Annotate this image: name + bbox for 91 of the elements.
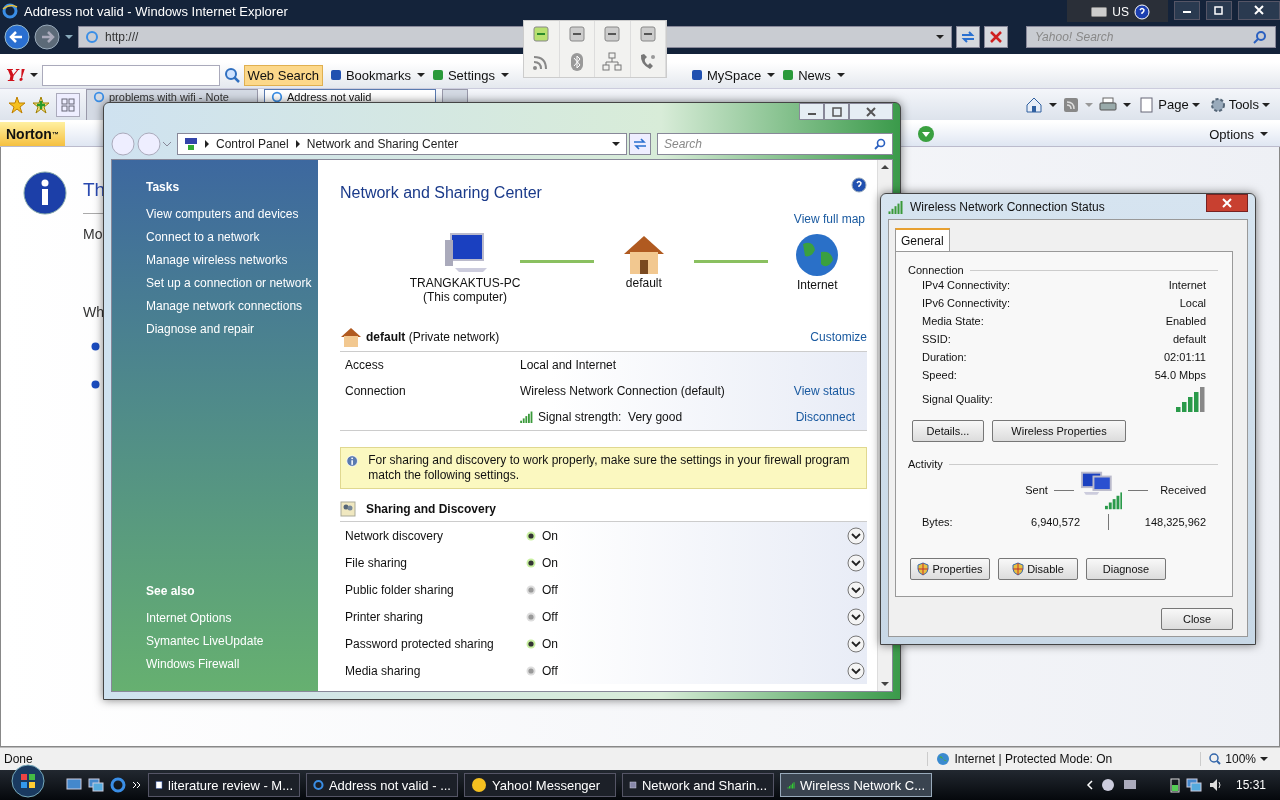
received-label: Received — [1160, 484, 1206, 496]
field-value: default — [1172, 333, 1206, 345]
field-label: SSID: — [922, 333, 951, 345]
row-label: Connection — [345, 384, 406, 398]
page-title: Network and Sharing Center — [340, 184, 542, 202]
setting-status: Off — [542, 582, 558, 597]
language-bar[interactable]: US — [1067, 0, 1168, 24]
bytes-sent: 6,940,572 — [1030, 516, 1080, 528]
dialog-button[interactable]: Details... — [912, 420, 984, 442]
map-label: TRANGKAKTUS-PC — [409, 276, 521, 290]
map-label: Internet — [796, 278, 838, 292]
row-action-link[interactable]: Disconnect — [795, 410, 855, 424]
field-label: Bytes: — [922, 516, 954, 528]
field-value: Internet — [1168, 279, 1206, 291]
field-value: 02:01:11 — [1164, 351, 1206, 363]
section-heading: Sharing and Discovery — [366, 502, 497, 516]
options-menu[interactable]: Options — [1203, 125, 1280, 143]
setting-name: Network discovery — [345, 528, 445, 543]
setting-name: Media sharing — [345, 663, 422, 678]
toolbar-button[interactable]: Settings — [428, 67, 497, 83]
language-label: US — [1112, 5, 1129, 19]
task-link[interactable]: Manage wireless networks — [146, 253, 318, 267]
status-text: Done — [4, 752, 33, 766]
setting-name: File sharing — [345, 555, 409, 570]
network-name: default (Private network) — [366, 330, 500, 344]
zoom-level[interactable]: 100% — [1200, 752, 1276, 766]
field-value: 54.0 Mbps — [1154, 369, 1206, 381]
view-full-map-link[interactable]: View full map — [340, 212, 867, 226]
task-link[interactable]: Set up a connection or network — [146, 276, 318, 290]
setting-status: On — [542, 528, 558, 543]
norton-logo[interactable]: Norton$^{™}$ — [0, 122, 65, 146]
customize-link[interactable]: Customize — [810, 330, 867, 344]
dialog-title: Wireless Network Connection Status — [910, 199, 1105, 214]
row-label: Access — [345, 358, 384, 372]
command-menu[interactable]: Page — [1137, 96, 1202, 113]
page-text: Wh — [83, 304, 104, 320]
window-title: Address not valid - Windows Internet Explorer — [24, 3, 288, 19]
setting-status: On — [542, 555, 558, 570]
group-heading: Connection — [908, 264, 964, 276]
map-label: default — [625, 276, 662, 290]
toolbar-button[interactable]: News — [779, 67, 833, 83]
field-label: Speed: — [922, 369, 957, 381]
setting-status: Off — [542, 609, 558, 624]
field-label: Media State: — [922, 315, 984, 327]
field-label: Signal Quality: — [922, 393, 993, 405]
map-sublabel: (This computer) — [423, 290, 507, 304]
bytes-received: 148,325,962 — [1143, 516, 1206, 528]
field-label: IPv4 Connectivity: — [922, 279, 1011, 291]
page-text: Mo — [83, 226, 103, 242]
task-link[interactable]: View computers and devices — [146, 207, 318, 221]
setting-name: Password protected sharing — [345, 636, 495, 651]
sent-label: Sent — [1025, 484, 1048, 496]
close-dialog-button[interactable]: Close — [1161, 608, 1233, 630]
setting-name: Public folder sharing — [345, 582, 455, 597]
command-menu[interactable]: Tools — [1207, 96, 1272, 113]
row-value: Wireless Network Connection (default) — [520, 384, 725, 398]
setting-status: On — [542, 636, 558, 651]
section-heading: Tasks — [146, 180, 181, 194]
search-field[interactable]: Search — [657, 133, 893, 155]
toolbar-button[interactable]: MySpace — [687, 67, 764, 83]
row-action-link[interactable]: View status — [793, 384, 855, 398]
clock[interactable]: 15:31 — [1235, 778, 1266, 792]
dialog-button[interactable]: Disable — [998, 558, 1078, 580]
task-link[interactable]: Connect to a network — [146, 230, 318, 244]
setting-status: Off — [542, 663, 558, 678]
taskbar-button[interactable]: Network and Sharin... — [622, 773, 774, 797]
taskbar-button[interactable]: Wireless Network C... — [780, 773, 932, 797]
setting-name: Printer sharing — [345, 609, 425, 624]
security-zone[interactable]: Internet | Protected Mode: On — [927, 752, 1193, 766]
task-link[interactable]: Manage network connections — [146, 299, 318, 313]
breadcrumb-bar[interactable]: Control Panel Network and Sharing Center — [177, 133, 627, 155]
field-value: Enabled — [1165, 315, 1206, 327]
group-heading: Activity — [908, 458, 943, 470]
web-search-button[interactable]: Web Search — [243, 64, 323, 86]
field-value: Local — [1179, 297, 1206, 309]
toolbar-button[interactable]: Bookmarks — [326, 67, 413, 83]
dialog-button[interactable]: Wireless Properties — [992, 420, 1126, 442]
dialog-button[interactable]: Diagnose — [1086, 558, 1166, 580]
notice-text: For sharing and discovery to work properly, make sure the settings in your firewall program match the following settings. — [368, 453, 851, 483]
task-link[interactable]: Diagnose and repair — [146, 322, 318, 336]
dialog-button[interactable]: Properties — [910, 558, 990, 580]
row-value: Local and Internet — [520, 358, 617, 372]
taskbar-button[interactable]: Yahoo! Messenger — [464, 773, 616, 797]
dialog-tab[interactable]: General — [895, 228, 950, 252]
field-label: Duration: — [922, 351, 967, 363]
field-label: IPv6 Connectivity: — [922, 297, 1011, 309]
taskbar-button[interactable]: literature review - M... — [148, 773, 300, 797]
signal-strength-text: Signal strength: Very good — [538, 410, 683, 424]
taskbar-button[interactable]: Address not valid - ... — [306, 773, 458, 797]
yahoo-logo[interactable]: Y! — [6, 65, 26, 85]
section-heading: See also — [146, 584, 196, 598]
